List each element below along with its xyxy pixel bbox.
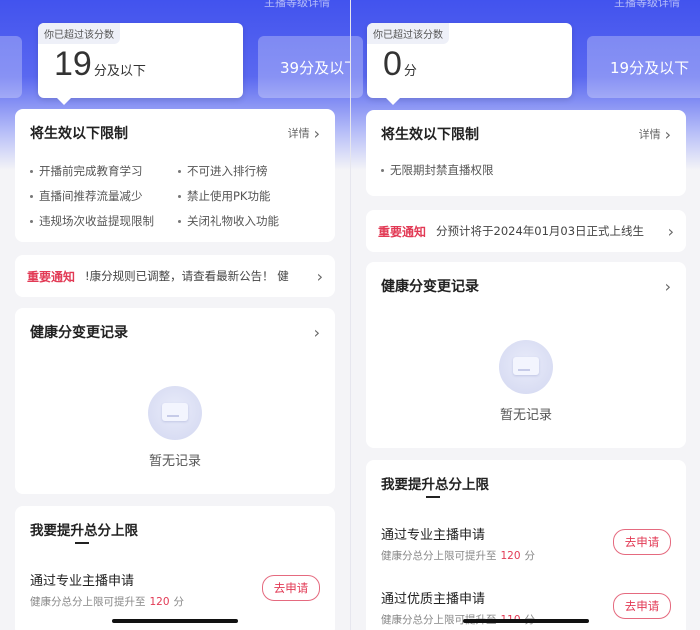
important-notice[interactable]: 重要通知 分预计将于2024年01月03日正式上线生 › [366,210,686,252]
apply-item: 通过专业主播申请 健康分总分上限可提升至 120 分 去申请 [30,570,320,610]
empty-record-icon [499,340,553,394]
notice-tag: 重要通知 [378,224,427,239]
upgrade-card: 我要提升总分上限 通过专业主播申请 健康分总分上限可提升至 120 分 去申请 [15,506,335,630]
score-unit: 分 [403,63,417,78]
restriction-card: 将生效以下限制 详情 › 开播前完成教育学习 不可进入排行榜 直播间推荐流量减少 … [15,109,335,242]
history-header[interactable]: 健康分变更记录 › [366,262,686,310]
score-pointer [56,97,72,105]
history-card: 健康分变更记录 › 暂无记录 [15,308,335,494]
score-value: 0分 [383,45,417,83]
chevron-right-icon: › [664,276,671,296]
left-screen: 主播等级详情 你已超过该分数 19分及以下 39分及以下 将生效以下限制 详情›… [0,0,350,630]
restriction-item: 不可进入排行榜 [178,163,328,179]
right-screen: 主播等级详情 你已超过该分数 0分 19分及以下 将生效以下限制 详情 › 无限期… [350,0,700,630]
score-unit: 分及以下 [93,63,146,78]
history-card: 健康分变更记录 › 暂无记录 [366,262,686,448]
apply-item: 通过专业主播申请 健康分总分上限可提升至 120 分 去申请 [381,524,671,564]
notice-tag: 重要通知 [27,269,76,284]
restriction-card: 将生效以下限制 详情 › 无限期封禁直播权限 [366,110,686,196]
detail-link[interactable]: 详情 › [639,125,671,144]
next-score-value: 39分及以下 [280,58,350,77]
restriction-list: 无限期封禁直播权限 [366,158,686,192]
current-score-card: 你已超过该分数 19 分及以下 [38,23,243,98]
score-value: 19 分及以下 [54,45,146,83]
upgrade-card: 我要提升总分上限 通过专业主播申请 健康分总分上限可提升至 120 分 去申请 通过… [366,460,686,630]
restriction-item: 违规场次收益提现限制 [30,213,178,229]
notice-text: 分预计将于2024年01月03日正式上线生 [436,224,645,238]
next-score-card[interactable]: 39分及以下 [258,36,350,98]
restriction-item: 开播前完成教育学习 [30,163,178,179]
empty-record-icon [148,386,202,440]
apply-button[interactable]: 去申请 [613,593,671,619]
chevron-right-icon: › [316,266,323,286]
restriction-item: 关闭礼物收入功能 [178,213,328,229]
score-pointer [385,97,401,105]
chevron-right-icon: › [313,123,320,143]
restriction-item: 直播间推荐流量减少 [30,188,178,204]
title-underline [426,496,440,498]
empty-state: 暂无记录 [15,386,335,469]
empty-text: 暂无记录 [148,454,201,469]
history-header[interactable]: 健康分变更记录 › [15,308,335,356]
apply-button[interactable]: 去申请 [613,529,671,555]
history-title: 健康分变更记录 [381,279,479,295]
upgrade-title: 我要提升总分上限 [381,477,489,493]
home-indicator [112,619,238,623]
header-title: 主播等级详情 [264,0,330,9]
chevron-right-icon: › [664,124,671,144]
score-label: 你已超过该分数 [367,23,449,44]
upgrade-title: 我要提升总分上限 [30,523,138,539]
restriction-title: 将生效以下限制 [30,126,128,142]
chevron-right-icon: › [313,322,320,342]
prev-score-card[interactable] [351,36,363,98]
important-notice[interactable]: 重要通知 !康分规则已调整，请查看最新公告！ 健 › [15,255,335,297]
prev-score-card[interactable] [0,36,22,98]
current-score-card: 你已超过该分数 0分 [367,23,572,98]
score-label: 你已超过该分数 [38,23,120,44]
restriction-list: 开播前完成教育学习 不可进入排行榜 直播间推荐流量减少 禁止使用PK功能 违规场… [15,157,335,243]
restriction-title: 将生效以下限制 [381,127,479,143]
next-score-value: 19分及以下 [610,58,690,77]
notice-text: !康分规则已调整，请查看最新公告！ 健 [85,269,289,283]
history-title: 健康分变更记录 [30,325,128,341]
title-underline [75,542,89,544]
next-score-card[interactable]: 19分及以下 [587,36,700,98]
empty-state: 暂无记录 [366,340,686,423]
restriction-item: 禁止使用PK功能 [178,188,328,204]
restriction-item: 无限期封禁直播权限 [381,162,529,178]
home-indicator [463,619,589,623]
apply-button[interactable]: 去申请 [262,575,320,601]
chevron-right-icon: › [667,221,674,241]
detail-link[interactable]: 详情 › [288,124,320,143]
empty-text: 暂无记录 [499,408,552,423]
header-title: 主播等级详情 [614,0,680,9]
